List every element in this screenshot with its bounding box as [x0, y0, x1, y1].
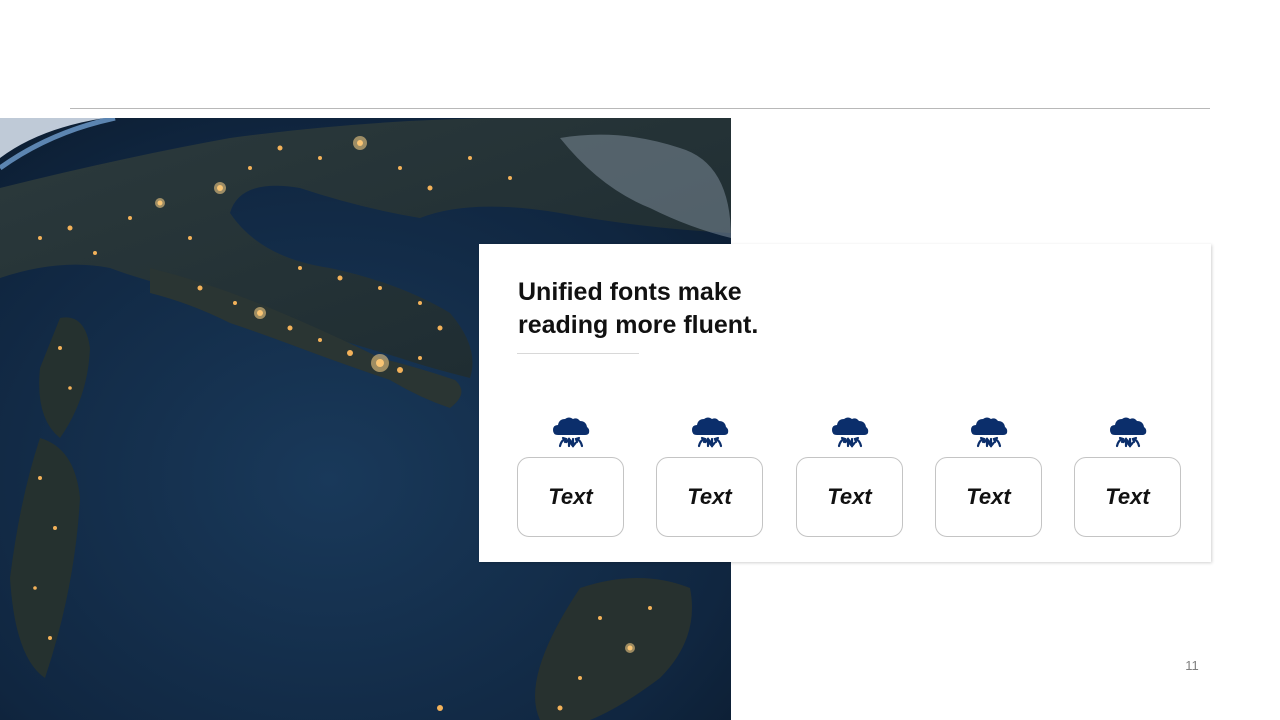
- cloud-transfer-icon: [832, 417, 869, 448]
- card-title: Unified fonts make reading more fluent.: [518, 276, 838, 342]
- feature-label: Text: [687, 484, 732, 509]
- feature-item-3: Text: [796, 416, 904, 538]
- feature-item-1: Text: [517, 416, 625, 538]
- feature-label: Text: [548, 484, 593, 509]
- feature-text-box[interactable]: Text: [935, 457, 1042, 537]
- feature-text-box[interactable]: Text: [517, 457, 624, 537]
- title-underline: [517, 353, 639, 354]
- cloud-transfer-icon: [1110, 417, 1147, 448]
- feature-item-2: Text: [656, 416, 764, 538]
- feature-text-box[interactable]: Text: [796, 457, 903, 537]
- feature-item-4: Text: [935, 416, 1043, 538]
- feature-text-box[interactable]: Text: [656, 457, 763, 537]
- feature-label: Text: [966, 484, 1011, 509]
- feature-label: Text: [827, 484, 872, 509]
- feature-label: Text: [1105, 484, 1150, 509]
- cloud-transfer-icon: [692, 417, 729, 448]
- page-number: 11: [1185, 658, 1199, 673]
- header-divider: [70, 108, 1210, 109]
- content-card: Unified fonts make reading more fluent. …: [479, 244, 1211, 562]
- card-title-line-1: Unified fonts make: [518, 278, 742, 306]
- card-title-line-2: reading more fluent.: [518, 311, 759, 339]
- cloud-transfer-icon: [553, 417, 590, 448]
- feature-item-5: Text: [1074, 416, 1182, 538]
- feature-text-box[interactable]: Text: [1074, 457, 1181, 537]
- cloud-transfer-icon: [971, 417, 1008, 448]
